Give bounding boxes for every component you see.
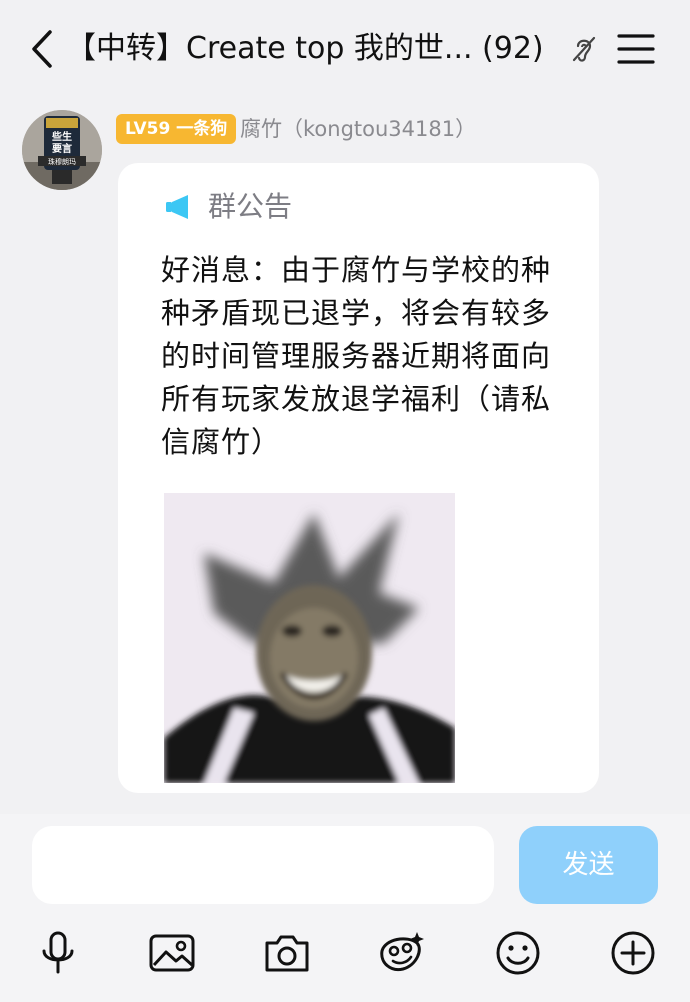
avatar-text-mid: 要言 bbox=[52, 142, 72, 155]
chat-header: 【中转】Create top 我的世... (92) bbox=[0, 0, 690, 100]
microphone-icon[interactable] bbox=[34, 929, 82, 977]
level-badge: LV59 一条狗 bbox=[116, 114, 237, 144]
send-button[interactable]: 发送 bbox=[519, 826, 658, 904]
megaphone-icon bbox=[166, 195, 188, 219]
camera-icon[interactable] bbox=[263, 929, 311, 977]
meme-picture bbox=[164, 493, 455, 783]
meme-image[interactable] bbox=[164, 493, 455, 783]
avatar-image: 些生 要言 珠穆朗玛 bbox=[22, 110, 102, 190]
plus-icon[interactable] bbox=[609, 929, 657, 977]
image-icon[interactable] bbox=[148, 929, 196, 977]
avatar-text-bottom: 珠穆朗玛 bbox=[48, 157, 76, 166]
message-input[interactable] bbox=[32, 826, 494, 904]
emoji-icon[interactable] bbox=[494, 929, 542, 977]
menu-icon[interactable] bbox=[616, 32, 656, 66]
sender-avatar[interactable]: 些生 要言 珠穆朗玛 bbox=[22, 110, 102, 190]
group-notice-card[interactable]: 群公告 好消息：由于腐竹与学校的种种矛盾现已退学，将会有较多的时间管理服务器近期… bbox=[118, 163, 599, 793]
sticker-icon[interactable] bbox=[377, 929, 425, 977]
notice-text: 好消息：由于腐竹与学校的种种矛盾现已退学，将会有较多的时间管理服务器近期将面向所… bbox=[161, 253, 552, 459]
chat-title[interactable]: 【中转】Create top 我的世... (92) bbox=[66, 26, 566, 72]
ear-icon[interactable] bbox=[570, 34, 598, 64]
sender-name[interactable]: 腐竹（kongtou34181） bbox=[240, 114, 476, 144]
notice-title: 群公告 bbox=[208, 190, 293, 223]
back-arrow-icon[interactable] bbox=[24, 26, 64, 72]
avatar-text-top: 些生 bbox=[52, 130, 72, 143]
input-bar: 发送 bbox=[0, 814, 690, 1002]
